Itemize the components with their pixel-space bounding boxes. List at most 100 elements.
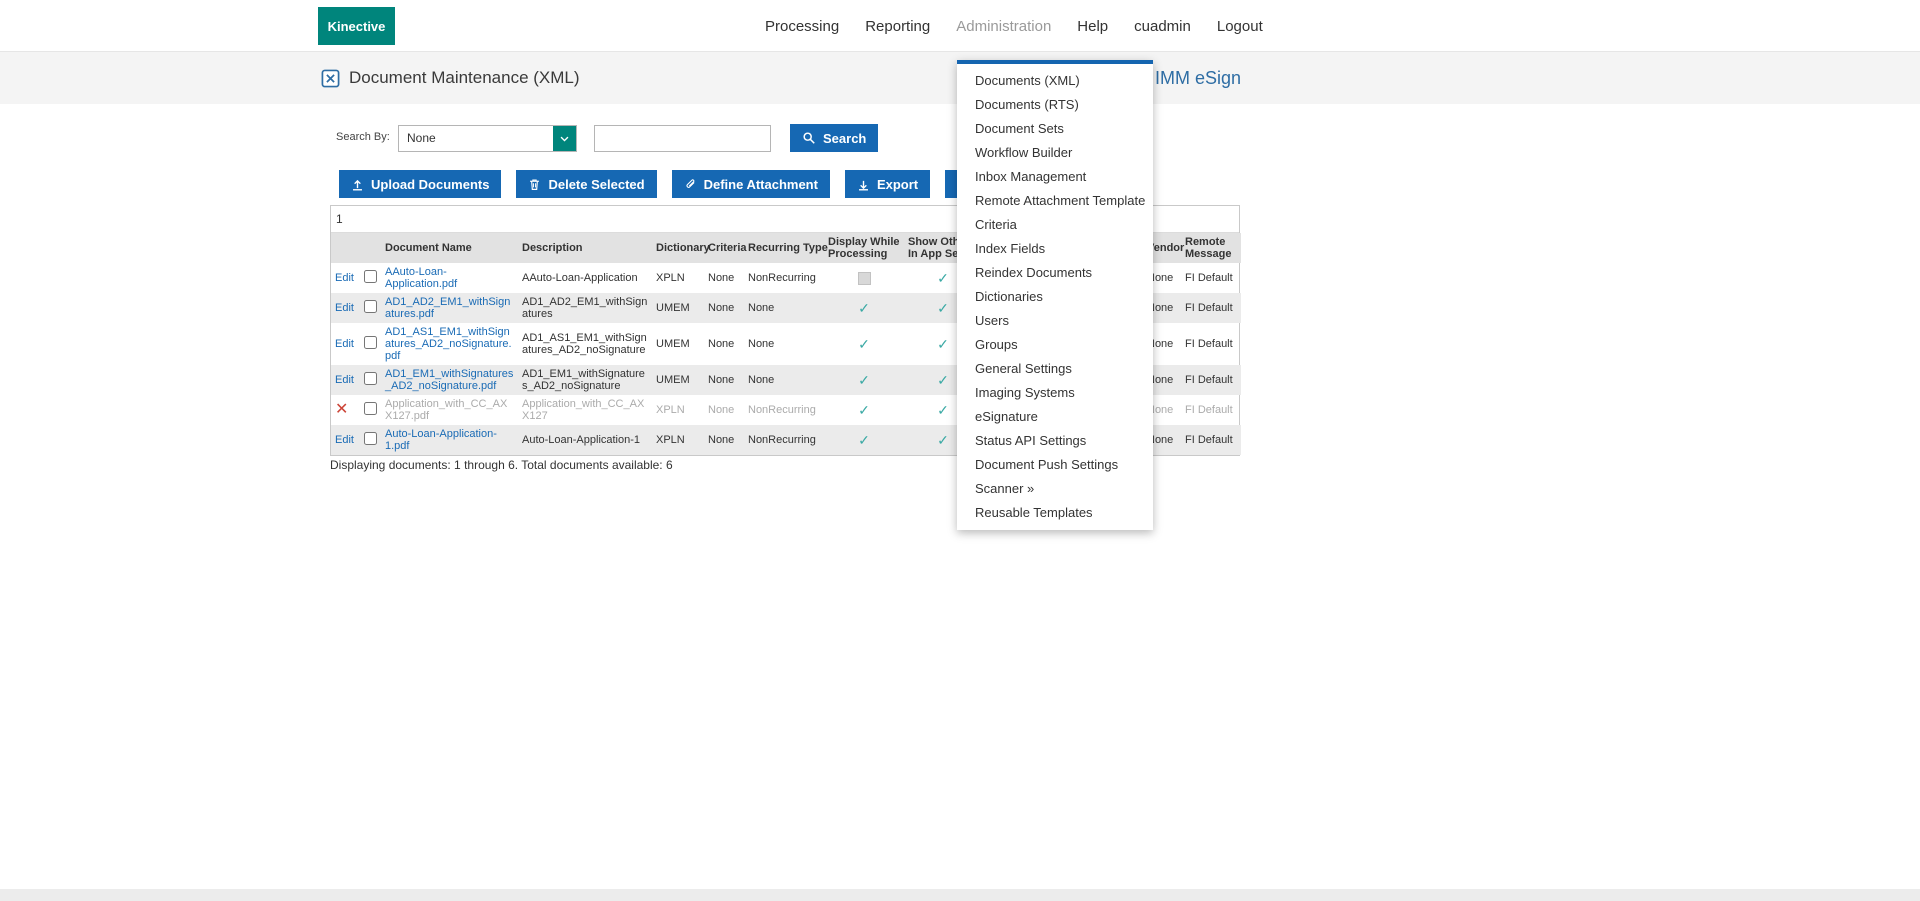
document-name-cell: Application_with_CC_AXX127.pdf <box>381 395 518 425</box>
recurring-type-cell: NonRecurring <box>744 425 824 455</box>
recurring-type-cell: None <box>744 293 824 323</box>
nav-item-logout[interactable]: Logout <box>1217 18 1263 35</box>
dictionary-cell: XPLN <box>652 425 704 455</box>
edit-link[interactable]: Edit <box>335 434 354 446</box>
criteria-cell: None <box>704 425 744 455</box>
description-cell: Auto-Loan-Application-1 <box>518 425 652 455</box>
checkbox-cell <box>359 365 381 395</box>
checkbox-cell <box>359 263 381 293</box>
document-name-link[interactable]: AD1_AD2_EM1_withSignatures.pdf <box>385 296 510 320</box>
edit-link[interactable]: Edit <box>335 338 354 350</box>
action-cell: Edit <box>331 425 359 455</box>
description-cell: AD1_EM1_withSignatures_AD2_noSignature <box>518 365 652 395</box>
document-name-link[interactable]: AD1_AS1_EM1_withSignatures_AD2_noSignatu… <box>385 326 512 362</box>
criteria-cell: None <box>704 293 744 323</box>
export-button[interactable]: Export <box>845 170 930 198</box>
menu-item-remote-attachment-template[interactable]: Remote Attachment Template <box>957 188 1153 212</box>
nav-item-administration[interactable]: Administration <box>956 18 1051 35</box>
checkmark-icon: ✓ <box>937 300 949 316</box>
page-title-group: Document Maintenance (XML) <box>321 52 580 104</box>
description-cell: AD1_AD2_EM1_withSignatures <box>518 293 652 323</box>
column-header-display-while-processing: Display While Processing <box>824 233 904 263</box>
checkmark-icon: ✓ <box>858 336 870 352</box>
admin-dropdown-menu: Documents (XML)Documents (RTS)Document S… <box>957 60 1153 530</box>
document-name-link[interactable]: Application_with_CC_AXX127.pdf <box>385 398 507 422</box>
remote-message-cell: FI Default <box>1181 263 1241 293</box>
download-icon <box>857 178 870 191</box>
edit-link[interactable]: Edit <box>335 302 354 314</box>
menu-item-groups[interactable]: Groups <box>957 332 1153 356</box>
delete-selected-button[interactable]: Delete Selected <box>516 170 656 198</box>
row-checkbox[interactable] <box>364 270 377 283</box>
action-cell: ✕ <box>331 395 359 425</box>
document-name-link[interactable]: Auto-Loan-Application-1.pdf <box>385 428 497 452</box>
menu-item-document-sets[interactable]: Document Sets <box>957 116 1153 140</box>
remote-message-cell: FI Default <box>1181 293 1241 323</box>
checkmark-icon: ✓ <box>937 432 949 448</box>
search-by-selected-value: None <box>407 126 436 151</box>
row-checkbox[interactable] <box>364 372 377 385</box>
menu-item-users[interactable]: Users <box>957 308 1153 332</box>
search-by-select[interactable]: None <box>398 125 577 152</box>
document-xml-icon <box>321 69 340 88</box>
row-checkbox[interactable] <box>364 300 377 313</box>
menu-item-esignature[interactable]: eSignature <box>957 404 1153 428</box>
menu-item-dictionaries[interactable]: Dictionaries <box>957 284 1153 308</box>
menu-item-documents-xml[interactable]: Documents (XML) <box>957 68 1153 92</box>
dictionary-cell: XPLN <box>652 263 704 293</box>
menu-item-document-push-settings[interactable]: Document Push Settings <box>957 452 1153 476</box>
row-checkbox[interactable] <box>364 402 377 415</box>
deleted-x-icon: ✕ <box>335 401 348 418</box>
search-by-label: Search By: <box>336 131 390 143</box>
search-icon <box>802 131 816 145</box>
display-while-processing-cell: ✓ <box>824 323 904 365</box>
edit-link[interactable]: Edit <box>335 374 354 386</box>
checkbox-cell <box>359 395 381 425</box>
kinective-logo[interactable]: Kinective <box>318 7 395 45</box>
document-name-cell: AD1_AD2_EM1_withSignatures.pdf <box>381 293 518 323</box>
trash-icon <box>528 178 541 191</box>
menu-item-general-settings[interactable]: General Settings <box>957 356 1153 380</box>
checkmark-icon: ✓ <box>858 432 870 448</box>
nav-item-cuadmin[interactable]: cuadmin <box>1134 18 1191 35</box>
display-while-processing-cell: ✓ <box>824 395 904 425</box>
action-cell: Edit <box>331 365 359 395</box>
menu-item-documents-rts[interactable]: Documents (RTS) <box>957 92 1153 116</box>
nav-item-processing[interactable]: Processing <box>765 18 839 35</box>
edit-link[interactable]: Edit <box>335 272 354 284</box>
checkbox-cell <box>359 323 381 365</box>
menu-item-scanner[interactable]: Scanner » <box>957 476 1153 500</box>
search-button[interactable]: Search <box>790 124 878 152</box>
define-attachment-button[interactable]: Define Attachment <box>672 170 830 198</box>
menu-item-status-api-settings[interactable]: Status API Settings <box>957 428 1153 452</box>
description-cell: Application_with_CC_AXX127 <box>518 395 652 425</box>
column-header-remote-message: Remote Message <box>1181 233 1241 263</box>
row-checkbox[interactable] <box>364 336 377 349</box>
paperclip-icon <box>684 178 697 191</box>
document-name-cell: AAuto-Loan-Application.pdf <box>381 263 518 293</box>
action-cell: Edit <box>331 263 359 293</box>
row-checkbox[interactable] <box>364 432 377 445</box>
nav-item-reporting[interactable]: Reporting <box>865 18 930 35</box>
page-number[interactable]: 1 <box>336 212 343 226</box>
dictionary-cell: UMEM <box>652 293 704 323</box>
recurring-type-cell: NonRecurring <box>744 263 824 293</box>
document-name-cell: AD1_AS1_EM1_withSignatures_AD2_noSignatu… <box>381 323 518 365</box>
menu-item-index-fields[interactable]: Index Fields <box>957 236 1153 260</box>
document-name-link[interactable]: AD1_EM1_withSignatures_AD2_noSignature.p… <box>385 368 513 392</box>
upload-documents-button[interactable]: Upload Documents <box>339 170 501 198</box>
nav-item-help[interactable]: Help <box>1077 18 1108 35</box>
menu-item-workflow-builder[interactable]: Workflow Builder <box>957 140 1153 164</box>
search-input[interactable] <box>594 125 771 152</box>
menu-item-inbox-management[interactable]: Inbox Management <box>957 164 1153 188</box>
menu-item-reusable-templates[interactable]: Reusable Templates <box>957 500 1153 524</box>
chevron-down-icon[interactable] <box>553 126 576 151</box>
menu-item-criteria[interactable]: Criteria <box>957 212 1153 236</box>
document-name-link[interactable]: AAuto-Loan-Application.pdf <box>385 266 457 290</box>
checkmark-icon: ✓ <box>937 336 949 352</box>
column-header-dictionary: Dictionary <box>652 233 704 263</box>
recurring-type-cell: NonRecurring <box>744 395 824 425</box>
menu-item-reindex-documents[interactable]: Reindex Documents <box>957 260 1153 284</box>
menu-item-imaging-systems[interactable]: Imaging Systems <box>957 380 1153 404</box>
column-header-checkbox <box>359 233 381 263</box>
